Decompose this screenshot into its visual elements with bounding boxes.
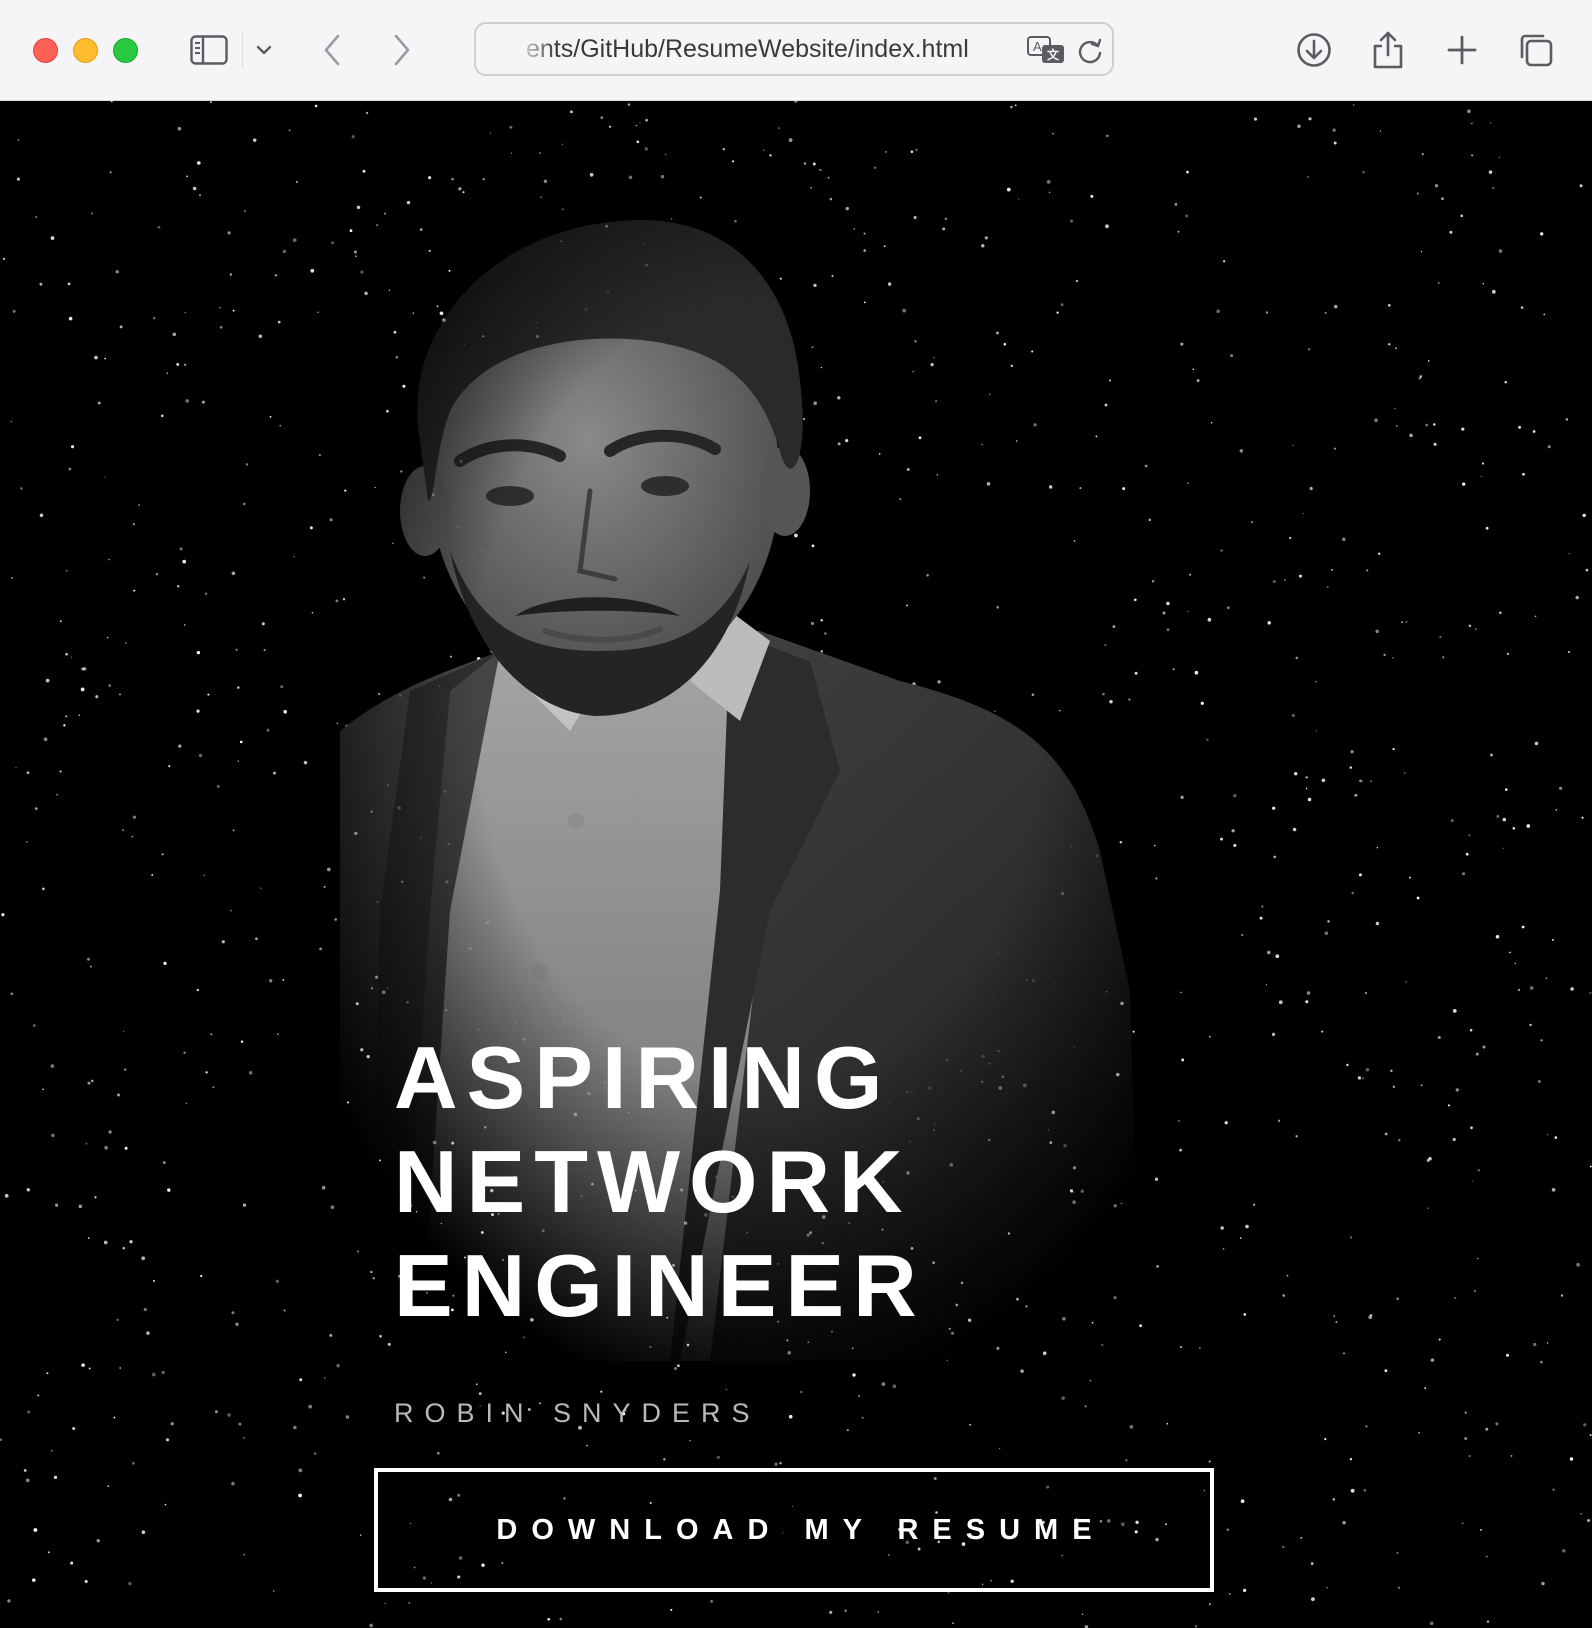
browser-window: ents/GitHub/ResumeWebsite/index.html A 文: [0, 0, 1592, 1628]
translate-icon: A 文: [1027, 36, 1064, 63]
download-icon: [1297, 33, 1331, 67]
url-fade: [516, 24, 556, 74]
sidebar-icon: [190, 35, 228, 65]
reload-icon: [1078, 38, 1102, 64]
svg-text:A: A: [1033, 39, 1042, 54]
toolbar-divider: [242, 32, 243, 68]
tab-overview-button[interactable]: [1516, 28, 1556, 72]
browser-toolbar: ents/GitHub/ResumeWebsite/index.html A 文: [0, 0, 1592, 101]
hero-title-line: ASPIRING: [394, 1028, 892, 1127]
address-bar[interactable]: ents/GitHub/ResumeWebsite/index.html A 文: [474, 22, 1114, 76]
zoom-window-button[interactable]: [113, 38, 138, 63]
sidebar-toggle-button[interactable]: [186, 28, 232, 72]
plus-icon: [1447, 35, 1477, 65]
new-tab-button[interactable]: [1442, 28, 1482, 72]
close-window-button[interactable]: [33, 38, 58, 63]
person-name: ROBIN SNYDERS: [394, 1398, 761, 1428]
forward-button[interactable]: [386, 28, 418, 72]
share-icon: [1373, 31, 1403, 69]
hero-section: ASPIRING NETWORK ENGINEER ROBIN SNYDERS …: [0, 101, 1592, 1628]
tabs-icon: [1520, 34, 1553, 67]
hero-title-line: ENGINEER: [394, 1236, 926, 1335]
translate-button[interactable]: A 文: [1026, 34, 1066, 66]
back-button[interactable]: [316, 28, 348, 72]
download-resume-button[interactable]: DOWNLOAD MY RESUME: [374, 1468, 1214, 1592]
sidebar-menu-button[interactable]: [250, 28, 278, 72]
url-text[interactable]: ents/GitHub/ResumeWebsite/index.html: [526, 24, 969, 74]
chevron-right-icon: [394, 34, 410, 66]
hero-title-line: NETWORK: [394, 1132, 912, 1231]
reload-button[interactable]: [1074, 34, 1106, 66]
share-button[interactable]: [1368, 28, 1408, 72]
downloads-button[interactable]: [1294, 28, 1334, 72]
hero-title: ASPIRING NETWORK ENGINEER: [394, 1026, 926, 1338]
svg-text:文: 文: [1047, 47, 1060, 62]
chevron-down-icon: [256, 45, 272, 55]
chevron-left-icon: [324, 34, 340, 66]
minimize-window-button[interactable]: [73, 38, 98, 63]
